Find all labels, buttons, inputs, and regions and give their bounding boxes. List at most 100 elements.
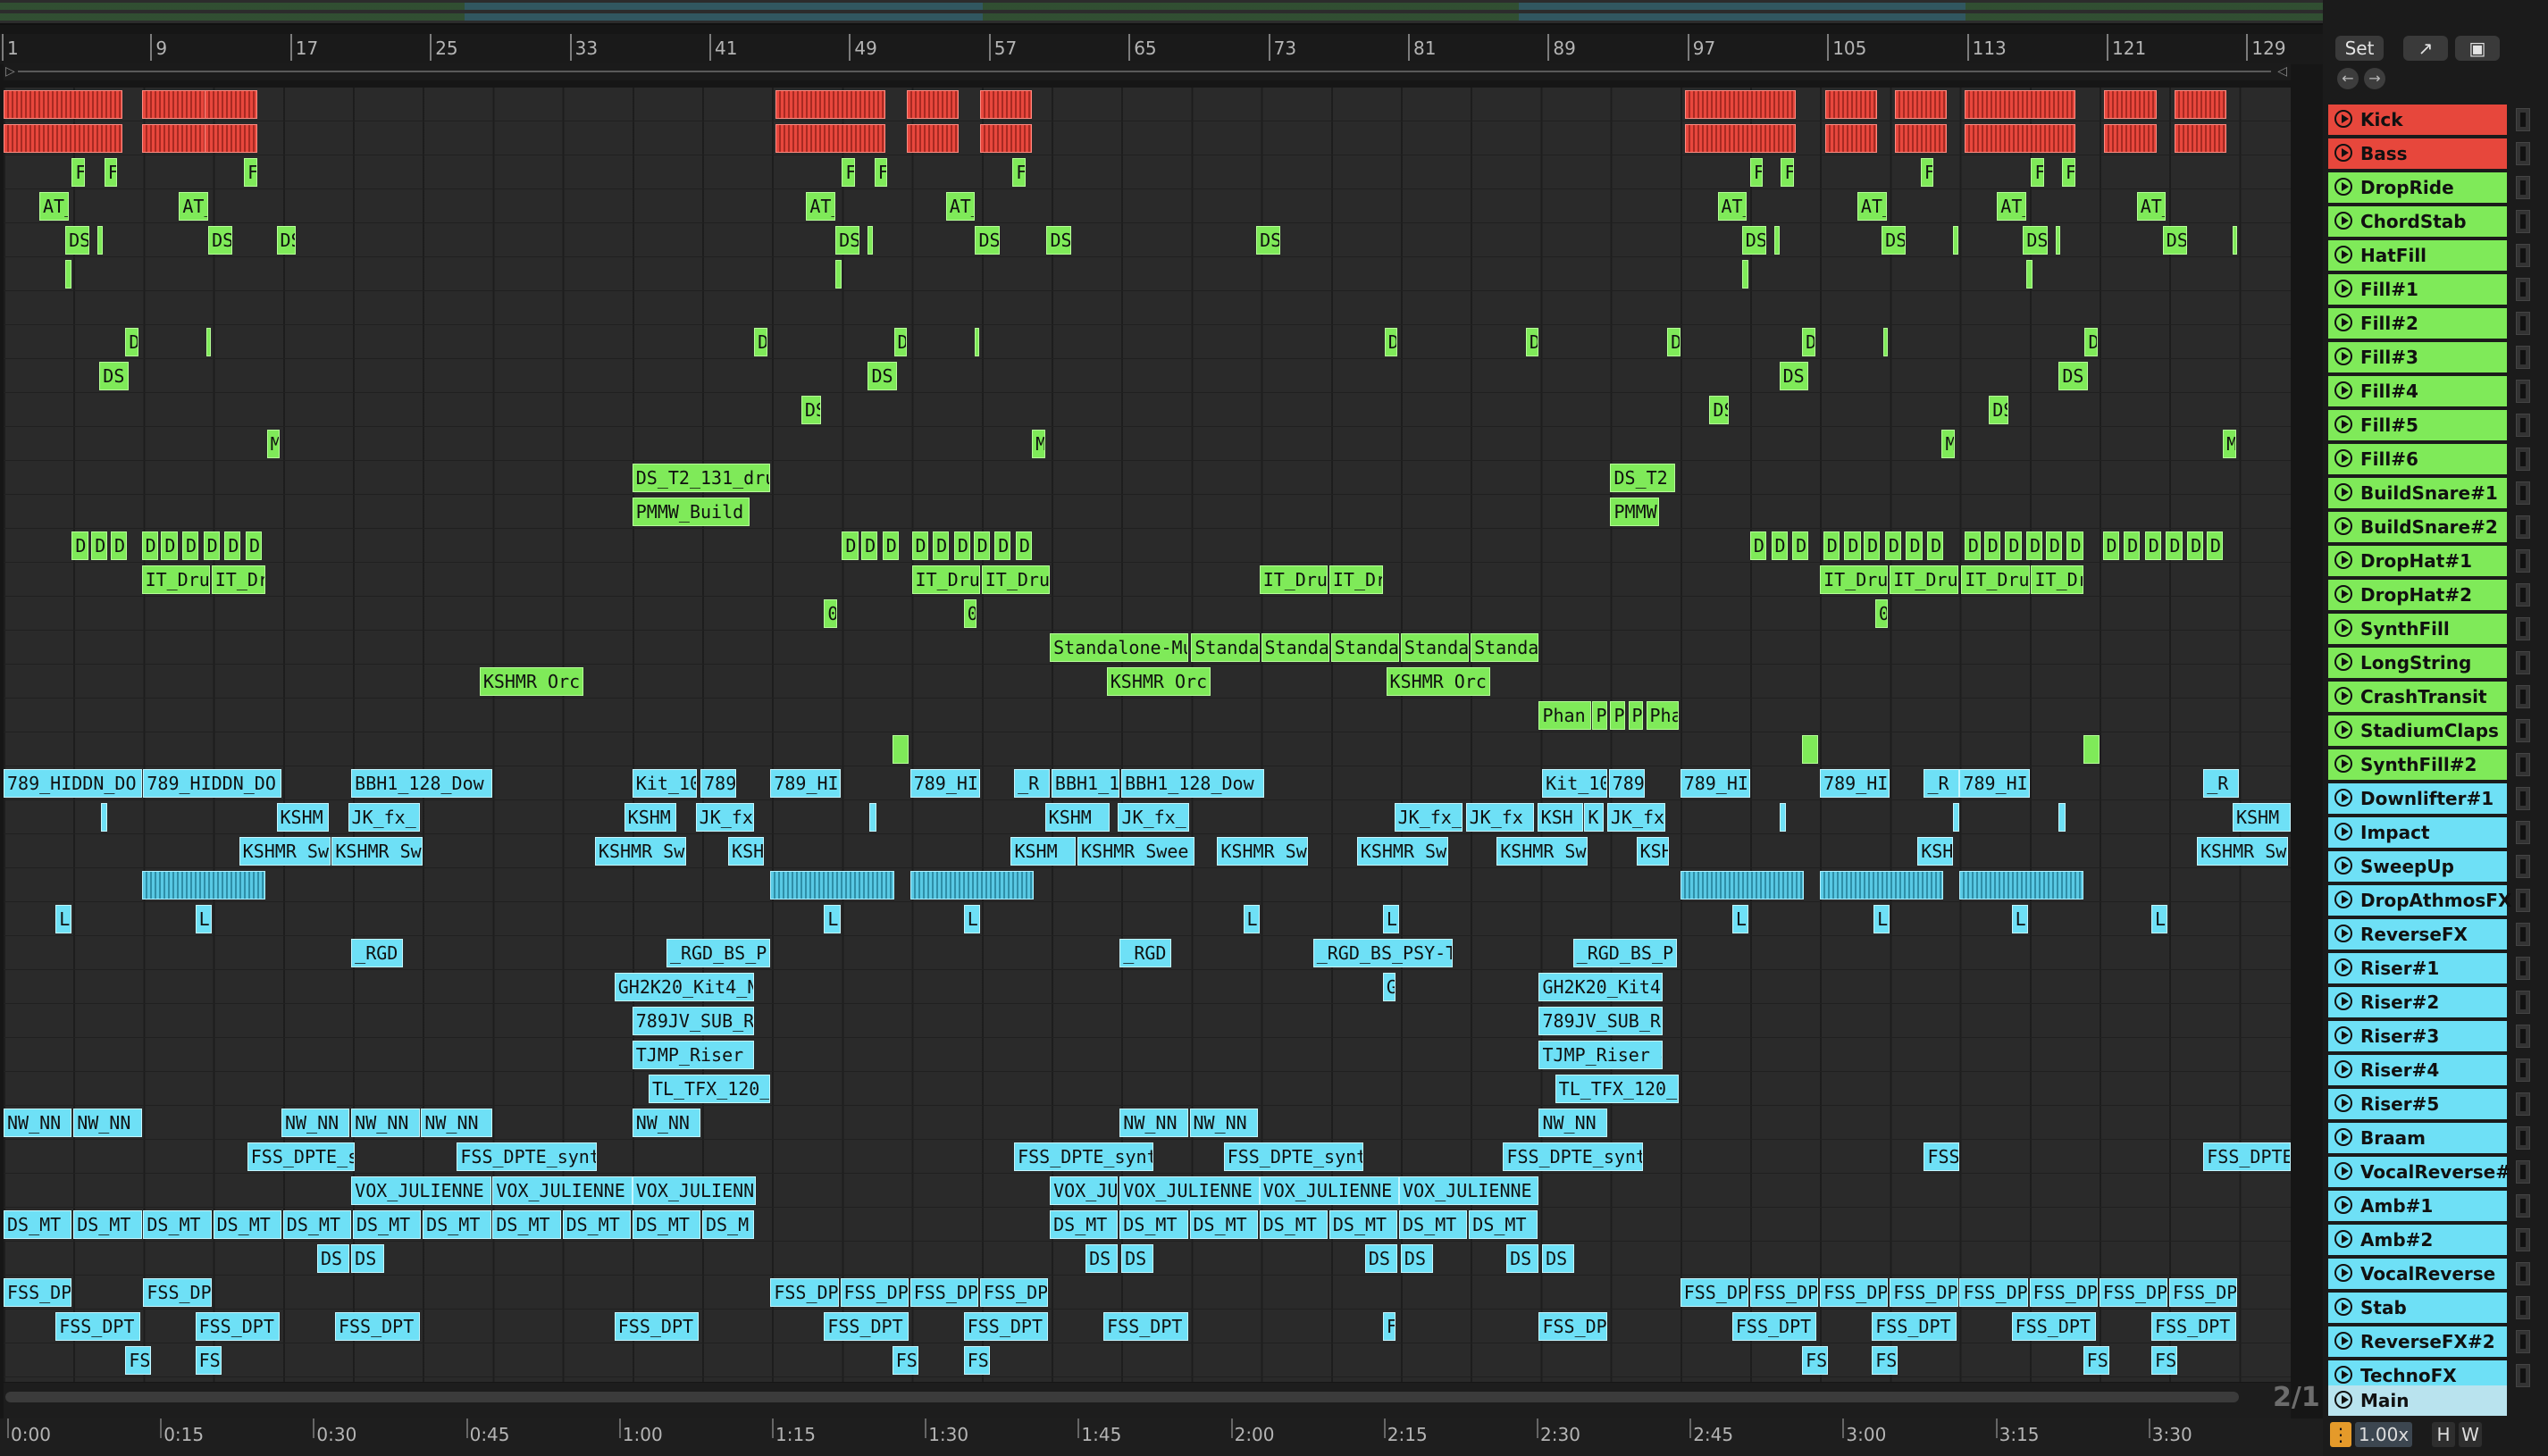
clip[interactable]: D <box>2102 531 2119 560</box>
clip[interactable] <box>1685 124 1796 153</box>
clip[interactable] <box>1824 124 1877 153</box>
clip[interactable]: FSS_DP <box>1890 1278 1958 1307</box>
track-header-riser-4[interactable]: Riser#4 <box>2328 1055 2507 1085</box>
track-lane-hatfill[interactable]: DS DS DS DS DS DS DS DS DS DS DS <box>4 223 2291 257</box>
clip[interactable]: D <box>1525 328 1539 356</box>
clip[interactable]: VOX_JULIENNE <box>1399 1176 1539 1205</box>
clip[interactable]: GH2K20_Kit4_N <box>614 973 755 1001</box>
arrangement-overview[interactable] <box>0 0 2323 25</box>
clip[interactable]: 789_HI <box>1680 769 1750 798</box>
track-lane-riser-1[interactable]: _RGD _RGD_BS_P _RGD _RGD_BS_PSY-T _RGD_BS_P <box>4 936 2291 970</box>
track-header-synthfill[interactable]: SynthFill <box>2328 614 2507 644</box>
track-lane-longstring[interactable]: Standalone-Mu Standa Standa Standa Standa Sta… <box>4 631 2291 665</box>
loop-start-marker[interactable]: ▷ <box>5 64 15 79</box>
track-header-drophat-2[interactable]: DropHat#2 <box>2328 580 2507 610</box>
track-header-fill-4[interactable]: Fill#4 <box>2328 376 2507 406</box>
clip-stop-button[interactable] <box>2516 210 2530 233</box>
clip[interactable]: DS_MT <box>1469 1210 1538 1239</box>
clip[interactable]: D <box>2166 531 2183 560</box>
clip-stop-button[interactable] <box>2516 142 2530 165</box>
clip[interactable]: D <box>161 531 178 560</box>
play-icon[interactable] <box>2334 721 2352 739</box>
track-header-hatfill[interactable]: HatFill <box>2328 240 2507 271</box>
clip[interactable]: AT_ <box>945 192 976 221</box>
main-track-header[interactable]: Main <box>2328 1385 2507 1416</box>
clip[interactable] <box>1883 328 1888 356</box>
play-icon[interactable] <box>2334 280 2352 297</box>
clip[interactable]: 789JV_SUB_R <box>632 1007 755 1035</box>
clip[interactable]: FSS_DP <box>909 1278 979 1307</box>
clip[interactable] <box>1953 803 1960 832</box>
loop-brace[interactable] <box>18 71 2271 72</box>
clip[interactable]: KSHMR Sw <box>1356 837 1448 866</box>
track-lane-kick[interactable] <box>4 88 2291 121</box>
clip[interactable] <box>205 90 257 119</box>
clip[interactable]: L <box>1382 905 1400 933</box>
clip[interactable] <box>1964 90 2075 119</box>
clip[interactable] <box>869 803 876 832</box>
track-lane-riser-5[interactable]: TL_TFX_120_L TL_TFX_120_U <box>4 1072 2291 1106</box>
clip[interactable]: D <box>1823 531 1840 560</box>
play-icon[interactable] <box>2334 925 2352 942</box>
clip-stop-button[interactable] <box>2516 583 2530 607</box>
track-lane-fill-1[interactable] <box>4 257 2291 291</box>
clip[interactable]: 789_HIDDN_DO <box>143 769 281 798</box>
clip[interactable]: DS <box>1256 226 1281 255</box>
clip[interactable]: 789 <box>700 769 737 798</box>
clip[interactable]: IT_Dr <box>211 565 265 594</box>
clip-stop-button[interactable] <box>2516 991 2530 1014</box>
clip[interactable]: DS_MT <box>213 1210 281 1239</box>
arrangement-view[interactable]: FFFFFFFFFFFAT_AT_AT_AT_AT_AT_AT_AT_DSDSD… <box>4 88 2291 1382</box>
play-icon[interactable] <box>2334 1230 2352 1248</box>
play-icon[interactable] <box>2334 517 2352 535</box>
clip[interactable]: F <box>1382 1312 1396 1341</box>
clip[interactable]: L <box>55 905 72 933</box>
clip[interactable] <box>1953 226 1958 255</box>
clip-stop-button[interactable] <box>2516 1296 2530 1319</box>
clip[interactable] <box>2174 124 2226 153</box>
clip[interactable]: DS <box>1506 1244 1539 1273</box>
clip[interactable]: D <box>1015 531 1033 560</box>
clip[interactable]: DS_MT <box>352 1210 422 1239</box>
clip[interactable]: VOX_JU <box>1050 1176 1119 1205</box>
clip[interactable] <box>907 124 960 153</box>
clip[interactable] <box>1680 871 1804 900</box>
clip[interactable]: VOX_JULIENNE <box>351 1176 491 1205</box>
clip[interactable]: IT_Drur <box>1259 565 1328 594</box>
clip[interactable]: JK_fx <box>1606 803 1666 832</box>
clip[interactable]: D <box>2206 531 2224 560</box>
clip[interactable] <box>1964 124 2075 153</box>
clip[interactable] <box>2055 226 2061 255</box>
clip[interactable]: FS <box>2083 1346 2109 1375</box>
clip[interactable]: DS <box>975 226 1000 255</box>
track-lane-sweepup[interactable]: KSHMR Sw KSHMR Sw KSHMR Sw KSH KSHM KSHMR Swe… <box>4 834 2291 868</box>
clip[interactable]: 789_HI <box>909 769 980 798</box>
clip-stop-button[interactable] <box>2516 719 2530 742</box>
clip[interactable]: FSS_DPT <box>334 1312 420 1341</box>
clip[interactable]: DS <box>1400 1244 1434 1273</box>
clip[interactable]: D <box>2045 531 2063 560</box>
clip[interactable]: 789JV_SUB_R <box>1538 1007 1663 1035</box>
clip[interactable]: DS_MT <box>1050 1210 1119 1239</box>
clip[interactable]: DS_MT <box>562 1210 631 1239</box>
clip[interactable]: DS_MT <box>632 1210 701 1239</box>
clip[interactable]: JK_fx_ <box>1394 803 1463 832</box>
play-icon[interactable] <box>2334 144 2352 162</box>
track-header-fill-2[interactable]: Fill#2 <box>2328 308 2507 339</box>
clip[interactable]: Pha <box>1646 701 1679 730</box>
clip-stop-button[interactable] <box>2516 1194 2530 1218</box>
clip[interactable]: D <box>2187 531 2204 560</box>
clip[interactable] <box>1894 124 1947 153</box>
clip[interactable]: DS_MT <box>1189 1210 1258 1239</box>
clip[interactable]: L <box>1243 905 1260 933</box>
track-header-fill-6[interactable]: Fill#6 <box>2328 444 2507 474</box>
clip[interactable]: DS_MT <box>143 1210 212 1239</box>
clip[interactable]: M <box>1032 430 1045 458</box>
zoom-value[interactable]: 1.00x <box>2355 1422 2412 1447</box>
clip[interactable]: DS <box>316 1244 350 1273</box>
clip[interactable]: IT_Drur <box>141 565 210 594</box>
clip[interactable]: L <box>1873 905 1890 933</box>
clip-stop-button[interactable] <box>2516 1262 2530 1285</box>
clip[interactable]: Kit_10_ <box>632 769 698 798</box>
clip[interactable]: _RGD_BS_P <box>1572 939 1678 967</box>
